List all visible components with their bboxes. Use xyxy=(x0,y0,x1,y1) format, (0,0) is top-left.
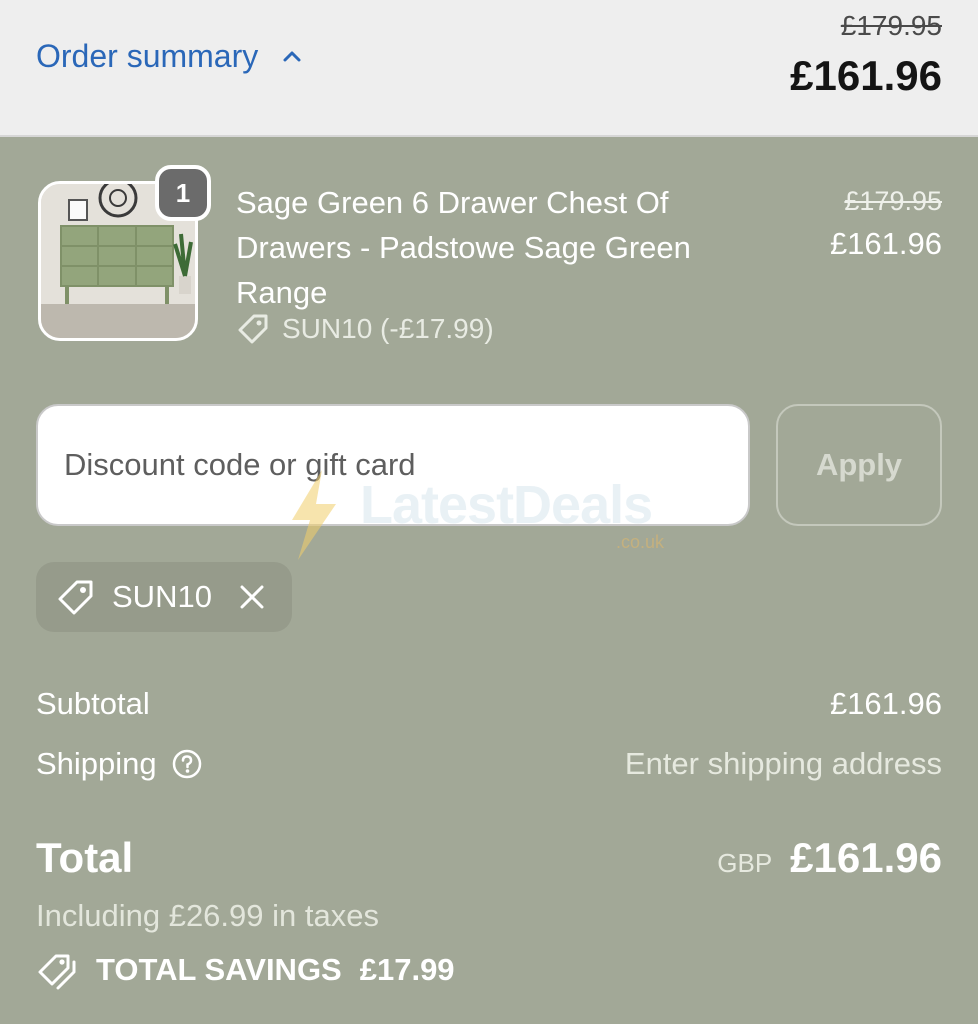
apply-button[interactable]: Apply xyxy=(776,404,942,526)
subtotal-label: Subtotal xyxy=(36,686,150,721)
total-label: Total xyxy=(36,834,134,881)
chevron-up-icon xyxy=(283,51,301,61)
tags-icon xyxy=(38,954,76,990)
total-value-group: GBP £161.96 xyxy=(717,834,942,882)
total-savings-value: £17.99 xyxy=(359,952,455,987)
total-value: £161.96 xyxy=(790,834,942,881)
applied-discount-chip: SUN10 xyxy=(36,562,292,632)
close-icon[interactable] xyxy=(238,583,266,611)
order-summary-toggle-label: Order summary xyxy=(36,38,259,74)
header-total: £161.96 xyxy=(790,52,942,99)
total-savings-label: TOTAL SAVINGS xyxy=(96,952,342,987)
shipping-label: Shipping xyxy=(36,746,157,781)
product-name: Sage Green 6 Drawer Chest Of Drawers - P… xyxy=(236,185,691,310)
applied-discount-code: SUN10 xyxy=(112,579,212,614)
watermark-sub: .co.uk xyxy=(616,532,665,552)
product-discount: SUN10 (-£17.99) xyxy=(236,312,494,346)
header-original-total: £179.95 xyxy=(840,10,942,41)
order-summary-toggle[interactable]: Order summary xyxy=(36,38,304,75)
shipping-row: Shipping xyxy=(36,746,203,782)
product-discount-text: SUN10 (-£17.99) xyxy=(282,313,494,344)
quantity-badge: 1 xyxy=(155,165,211,221)
question-circle-icon[interactable] xyxy=(171,748,203,780)
tag-icon xyxy=(58,580,93,615)
lightning-icon xyxy=(292,470,336,560)
shipping-value: Enter shipping address xyxy=(624,746,942,781)
subtotal-value: £161.96 xyxy=(829,686,942,721)
watermark: LatestDeals .co.uk xyxy=(280,470,710,560)
total-currency: GBP xyxy=(717,848,773,878)
product-original-price: £179.95 xyxy=(844,186,942,216)
taxes-note: Including £26.99 in taxes xyxy=(36,898,379,933)
order-summary-header: Order summary £179.95 £161.96 xyxy=(0,0,978,137)
tag-icon xyxy=(238,314,268,344)
watermark-text: LatestDeals xyxy=(360,475,653,535)
product-price: £161.96 xyxy=(829,226,942,261)
total-savings: TOTAL SAVINGS £17.99 xyxy=(36,948,455,992)
